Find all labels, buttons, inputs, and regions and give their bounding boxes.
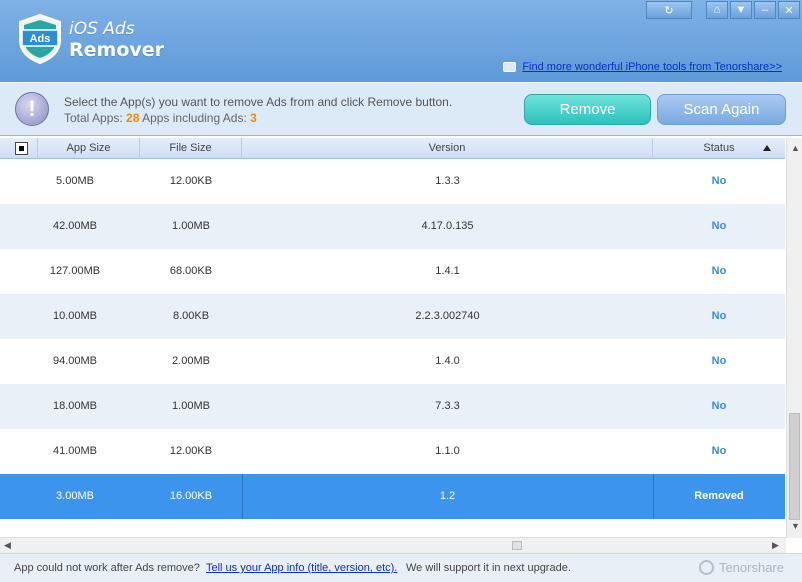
app-size-cell: 5.00MB xyxy=(56,175,94,187)
version-cell: 1.4.0 xyxy=(435,355,460,367)
file-size-cell: 2.00MB xyxy=(172,355,210,367)
dropdown-icon[interactable]: ▼ xyxy=(730,1,752,19)
column-status-label: Status xyxy=(703,142,735,154)
app-size-cell: 10.00MB xyxy=(52,310,98,322)
version-cell: 1.2 xyxy=(439,490,456,502)
horizontal-scroll-thumb[interactable] xyxy=(512,541,522,550)
select-all-cell xyxy=(0,138,38,159)
window-controls: ↻ ⌂ ▼ – ✕ xyxy=(646,1,800,19)
total-apps-label: Total Apps: xyxy=(64,111,127,125)
scroll-left-icon[interactable]: ◀ xyxy=(4,540,11,551)
scroll-up-icon[interactable]: ▲ xyxy=(791,143,800,153)
footer-note: We will support it in next upgrade. xyxy=(406,562,571,574)
tenorshare-icon xyxy=(698,560,714,575)
info-bar: ! Select the App(s) you want to remove A… xyxy=(0,82,802,136)
app-counts: Total Apps: 28 Apps including Ads: 3 xyxy=(64,111,257,125)
table-header: App Size File Size Version Status xyxy=(0,138,785,159)
file-size-cell: 68.00KB xyxy=(169,265,213,277)
table-row-selected[interactable]: 3.00MB 16.00KB 1.2 Removed xyxy=(0,474,785,519)
sort-up-icon[interactable] xyxy=(763,145,771,151)
apps-with-ads-value: 3 xyxy=(250,111,257,125)
title-bar: Ads iOS Ads Remover ↻ ⌂ ▼ – ✕ Find more … xyxy=(0,0,802,82)
select-all-checkbox[interactable] xyxy=(15,142,28,155)
apps-with-ads-label: Apps including Ads: xyxy=(142,111,251,125)
app-logo-icon: Ads xyxy=(19,14,61,64)
status-cell: No xyxy=(711,265,727,277)
version-cell: 4.17.0.135 xyxy=(421,220,474,232)
vertical-scroll-thumb[interactable] xyxy=(789,413,800,520)
table-row[interactable]: 5.00MB 12.00KB 1.3.3 No xyxy=(0,159,785,204)
logo-text: Ads xyxy=(30,33,51,45)
column-version[interactable]: Version xyxy=(242,138,653,159)
tenorshare-tools-link[interactable]: Find more wonderful iPhone tools from Te… xyxy=(503,61,782,73)
table-row[interactable]: 94.00MB 2.00MB 1.4.0 No xyxy=(0,339,785,384)
column-file-size[interactable]: File Size xyxy=(140,138,242,159)
column-app-size[interactable]: App Size xyxy=(38,138,140,159)
app-size-cell: 41.00MB xyxy=(52,445,98,457)
footer-question: App could not work after Ads remove? xyxy=(14,562,200,574)
file-size-cell: 12.00KB xyxy=(169,175,213,187)
scroll-right-icon[interactable]: ▶ xyxy=(772,540,779,551)
file-size-cell: 1.00MB xyxy=(172,220,210,232)
app-title: iOS Ads Remover xyxy=(69,19,164,61)
app-info-link[interactable]: Tell us your App info (title, version, e… xyxy=(206,562,397,574)
version-cell: 1.4.1 xyxy=(435,265,460,277)
scroll-down-icon[interactable]: ▼ xyxy=(791,521,800,531)
refresh-icon[interactable]: ↻ xyxy=(646,1,692,19)
version-cell: 7.3.3 xyxy=(435,400,460,412)
brand-logo: Tenorshare xyxy=(698,560,784,575)
horizontal-scrollbar[interactable]: ◀ ▶ xyxy=(0,537,786,553)
app-size-cell: 42.00MB xyxy=(52,220,98,232)
table-row[interactable]: 10.00MB 8.00KB 2.2.3.002740 No xyxy=(0,294,785,339)
chat-icon xyxy=(503,62,517,72)
scan-again-button[interactable]: Scan Again xyxy=(657,94,786,125)
app-title-line1: iOS Ads xyxy=(69,19,135,39)
app-size-cell: 18.00MB xyxy=(52,400,98,412)
version-cell: 2.2.3.002740 xyxy=(415,310,480,322)
status-cell: No xyxy=(711,400,727,412)
app-size-cell: 3.00MB xyxy=(56,490,94,502)
status-cell: No xyxy=(711,310,727,322)
table-row[interactable]: 127.00MB 68.00KB 1.4.1 No xyxy=(0,249,785,294)
status-cell: No xyxy=(711,445,727,457)
home-icon[interactable]: ⌂ xyxy=(706,1,728,19)
app-title-line2: Remover xyxy=(69,39,165,61)
version-cell: 1.1.0 xyxy=(435,445,460,457)
footer: App could not work after Ads remove? Tel… xyxy=(0,553,802,582)
version-cell: 1.3.3 xyxy=(435,175,460,187)
app-size-cell: 94.00MB xyxy=(52,355,98,367)
file-size-cell: 16.00KB xyxy=(169,490,213,502)
status-cell: No xyxy=(711,355,727,367)
file-size-cell: 1.00MB xyxy=(172,400,210,412)
status-cell: No xyxy=(711,220,727,232)
table-row[interactable]: 42.00MB 1.00MB 4.17.0.135 No xyxy=(0,204,785,249)
app-size-cell: 127.00MB xyxy=(49,265,101,277)
table-row[interactable]: 18.00MB 1.00MB 7.3.3 No xyxy=(0,384,785,429)
status-cell: No xyxy=(711,175,727,187)
minimize-icon[interactable]: – xyxy=(754,1,776,19)
tenorshare-tools-link-text[interactable]: Find more wonderful iPhone tools from Te… xyxy=(522,61,782,73)
vertical-scrollbar[interactable]: ▲ ▼ xyxy=(786,138,802,538)
column-status[interactable]: Status xyxy=(653,138,785,159)
total-apps-value: 28 xyxy=(126,111,140,125)
status-cell: Removed xyxy=(694,490,744,502)
app-table: 5.00MB 12.00KB 1.3.3 No 42.00MB 1.00MB 4… xyxy=(0,159,785,537)
brand-name: Tenorshare xyxy=(718,560,784,575)
close-icon[interactable]: ✕ xyxy=(778,1,800,19)
file-size-cell: 12.00KB xyxy=(169,445,213,457)
table-row[interactable]: 41.00MB 12.00KB 1.1.0 No xyxy=(0,429,785,474)
instruction-text: Select the App(s) you want to remove Ads… xyxy=(64,95,453,109)
exclamation-icon: ! xyxy=(15,92,49,126)
remove-button[interactable]: Remove xyxy=(524,94,651,125)
file-size-cell: 8.00KB xyxy=(172,310,210,322)
